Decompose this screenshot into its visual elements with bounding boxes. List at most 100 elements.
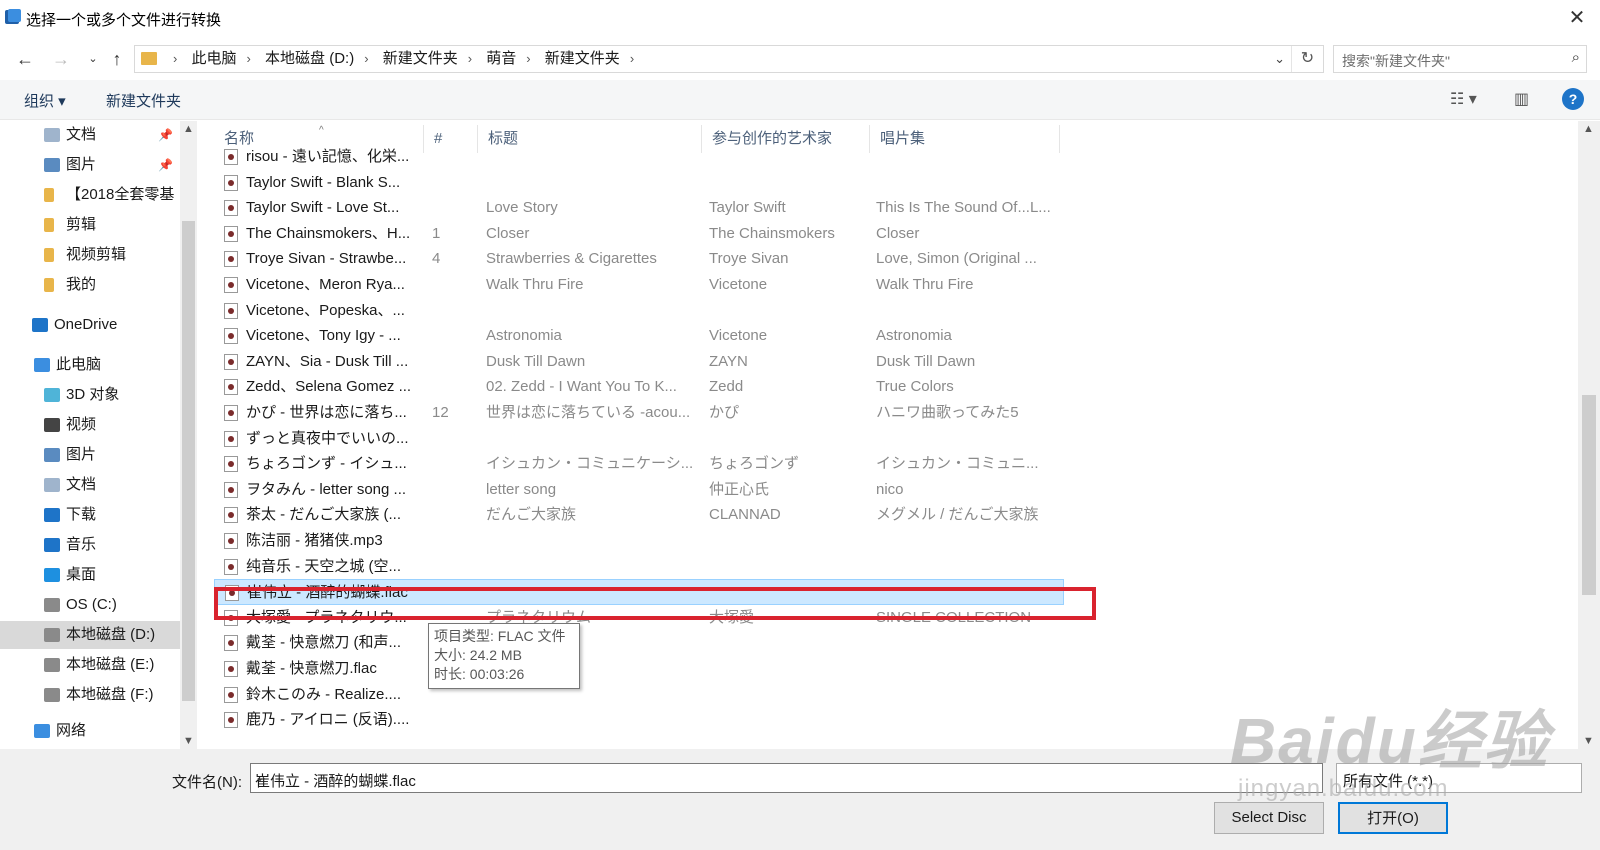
file-row[interactable]: Troye Sivan - Strawbe... 4 Strawberries & … <box>214 246 1064 272</box>
nav-item[interactable]: 下载 <box>0 501 180 529</box>
file-name: ちょろゴンず - イシュ... <box>246 455 407 473</box>
file-row[interactable]: Taylor Swift - Love St... Love Story Taylo… <box>214 195 1064 221</box>
scroll-up-icon[interactable]: ▲ <box>180 123 197 135</box>
nav-item[interactable]: 网络 <box>0 717 180 745</box>
open-button[interactable]: 打开(O) <box>1338 802 1448 834</box>
audio-file-icon <box>224 251 238 268</box>
scroll-down-icon[interactable]: ▼ <box>1580 735 1597 747</box>
nav-item[interactable]: 本地磁盘 (D:) <box>0 621 180 649</box>
baidu-watermark: Baidu经验 <box>1230 705 1550 777</box>
file-row[interactable]: ちょろゴンず - イシュ... イシュカン・コミュニケーシ... ちょろゴンず イシュ… <box>214 451 1064 477</box>
network-icon <box>34 724 50 738</box>
breadcrumb-item[interactable]: 新建文件夹 <box>383 46 458 72</box>
breadcrumb-item[interactable]: 新建文件夹 <box>545 46 620 72</box>
file-row[interactable]: ヲタみん - letter song ... letter song 仲正心氏 nic… <box>214 477 1064 503</box>
track-title: Walk Thru Fire <box>486 276 584 293</box>
nav-item-label: 图片 <box>66 156 97 173</box>
address-bar[interactable]: › 此电脑 › 本地磁盘 (D:) › 新建文件夹 › 萌音 › 新建文件夹 › ⌄ ↻ <box>134 45 1324 73</box>
file-row[interactable]: 鈴木このみ - Realize.... <box>214 682 1064 708</box>
recent-locations-chevron-icon[interactable]: ⌄ <box>80 46 106 72</box>
view-options-icon[interactable]: ☷ ▾ <box>1450 89 1477 109</box>
breadcrumb: › 此电脑 › 本地磁盘 (D:) › 新建文件夹 › 萌音 › 新建文件夹 › <box>163 46 644 72</box>
search-placeholder: 搜索"新建文件夹" <box>1342 53 1450 69</box>
nav-item[interactable]: 文档 📌 <box>0 121 180 149</box>
search-icon: ⌕ <box>1571 49 1580 66</box>
help-icon[interactable]: ? <box>1562 88 1584 110</box>
file-row[interactable]: Vicetone、Meron Rya... Walk Thru Fire Vicet… <box>214 272 1064 298</box>
back-arrow-icon[interactable]: ← <box>12 46 38 72</box>
nav-item[interactable]: 文档 <box>0 471 180 499</box>
audio-file-icon <box>224 302 238 319</box>
tooltip-type: 项目类型: FLAC 文件 <box>434 628 566 644</box>
nav-item[interactable]: 音乐 <box>0 531 180 559</box>
folder-icon <box>44 188 54 202</box>
nav-item[interactable]: 视频 <box>0 411 180 439</box>
nav-item[interactable]: OneDrive <box>0 311 180 339</box>
nav-item[interactable]: 本地磁盘 (E:) <box>0 651 180 679</box>
nav-item[interactable]: 本地磁盘 (F:) <box>0 681 180 709</box>
breadcrumb-item[interactable]: 萌音 <box>486 46 516 72</box>
window-title: 选择一个或多个文件进行转换 <box>26 12 222 29</box>
file-row[interactable]: 陈洁丽 - 猪猪侠.mp3 <box>214 528 1064 554</box>
nav-item[interactable]: 图片 📌 <box>0 151 180 179</box>
search-input[interactable]: 搜索"新建文件夹" ⌕ <box>1333 45 1587 73</box>
file-name: 鈴木このみ - Realize.... <box>246 685 402 703</box>
file-row[interactable]: The Chainsmokers、H... 1 Closer The Chainsmo… <box>214 221 1064 247</box>
nav-item[interactable]: 视频剪辑 <box>0 241 180 269</box>
forward-arrow-icon[interactable]: → <box>48 46 74 72</box>
audio-file-icon <box>224 174 238 191</box>
file-row[interactable]: Vicetone、Popeska、... <box>214 298 1064 324</box>
breadcrumb-item[interactable]: 此电脑 <box>192 46 237 72</box>
nav-item[interactable]: 我的 <box>0 271 180 299</box>
scrollbar-thumb[interactable] <box>182 221 195 701</box>
select-disc-button[interactable]: Select Disc <box>1214 802 1324 834</box>
organize-button[interactable]: 组织 ▾ <box>24 90 66 111</box>
computer-icon <box>34 358 50 372</box>
audio-file-icon <box>224 686 238 703</box>
refresh-icon[interactable]: ↻ <box>1291 46 1323 72</box>
scroll-up-icon[interactable]: ▲ <box>1580 123 1597 135</box>
navigation-scrollbar[interactable]: ▲ ▼ <box>180 121 197 749</box>
track-artist: 仲正心氏 <box>709 480 770 498</box>
file-list-scrollbar[interactable]: ▲ ▼ <box>1578 121 1600 749</box>
file-row[interactable]: 茶太 - だんご大家族 (... だんご大家族 CLANNAD メグメル / だんご大… <box>214 502 1064 528</box>
file-row[interactable]: 纯音乐 - 天空之城 (空... <box>214 554 1064 580</box>
track-album: ハニワ曲歌ってみた5 <box>876 404 1019 421</box>
nav-item[interactable]: 图片 <box>0 441 180 469</box>
track-artist: ZAYN <box>709 352 748 370</box>
nav-item[interactable]: 此电脑 <box>0 351 180 379</box>
address-dropdown-icon[interactable]: ⌄ <box>1274 46 1285 72</box>
file-name: Vicetone、Tony Igy - ... <box>246 327 401 345</box>
file-row[interactable]: かぴ - 世界は恋に落ち... 12 世界は恋に落ちている -acou... かぴ ハニ… <box>214 400 1064 426</box>
up-arrow-icon[interactable]: ↑ <box>104 46 130 72</box>
filename-input[interactable]: 崔伟立 - 酒醉的蝴蝶.flac ⌄ <box>250 763 1323 793</box>
breadcrumb-item[interactable]: 本地磁盘 (D:) <box>265 46 354 72</box>
track-album: True Colors <box>876 378 954 396</box>
pin-icon[interactable]: 📌 <box>158 121 173 149</box>
audio-file-icon <box>224 379 238 396</box>
nav-item[interactable]: OS (C:) <box>0 591 180 619</box>
file-row[interactable]: Vicetone、Tony Igy - ... Astronomia Viceton… <box>214 323 1064 349</box>
nav-item[interactable]: 3D 对象 <box>0 381 180 409</box>
file-row[interactable]: Taylor Swift - Blank S... <box>214 170 1064 196</box>
file-row[interactable]: 鹿乃 - アイロニ (反语).... <box>214 707 1064 733</box>
nav-item-label: 3D 对象 <box>66 386 120 403</box>
close-icon[interactable]: ✕ <box>1554 0 1600 36</box>
file-row[interactable]: ZAYN、Sia - Dusk Till ... Dusk Till Dawn ZA… <box>214 349 1064 375</box>
new-folder-button[interactable]: 新建文件夹 <box>106 90 181 111</box>
scrollbar-thumb[interactable] <box>1582 395 1596 595</box>
file-row[interactable]: 戴荃 - 快意燃刀 (和声... <box>214 630 1064 656</box>
chevron-down-icon[interactable]: ⌄ <box>255 770 1316 784</box>
nav-item-label: OS (C:) <box>66 596 117 613</box>
pin-icon[interactable]: 📌 <box>158 151 173 179</box>
nav-item[interactable]: 桌面 <box>0 561 180 589</box>
nav-item[interactable]: 剪辑 <box>0 211 180 239</box>
scroll-down-icon[interactable]: ▼ <box>180 735 197 747</box>
preview-pane-icon[interactable]: ▥ <box>1514 89 1529 109</box>
track-artist: Zedd <box>709 378 744 396</box>
file-row[interactable]: ずっと真夜中でいいの... <box>214 426 1064 452</box>
file-row[interactable]: 戴荃 - 快意燃刀.flac <box>214 656 1064 682</box>
file-row[interactable]: risou - 遠い記憶、化栄... <box>214 144 1064 170</box>
nav-item[interactable]: 【2018全套零基 <box>0 181 180 209</box>
file-row[interactable]: Zedd、Selena Gomez ... 02. Zedd - I Want Y… <box>214 374 1064 400</box>
